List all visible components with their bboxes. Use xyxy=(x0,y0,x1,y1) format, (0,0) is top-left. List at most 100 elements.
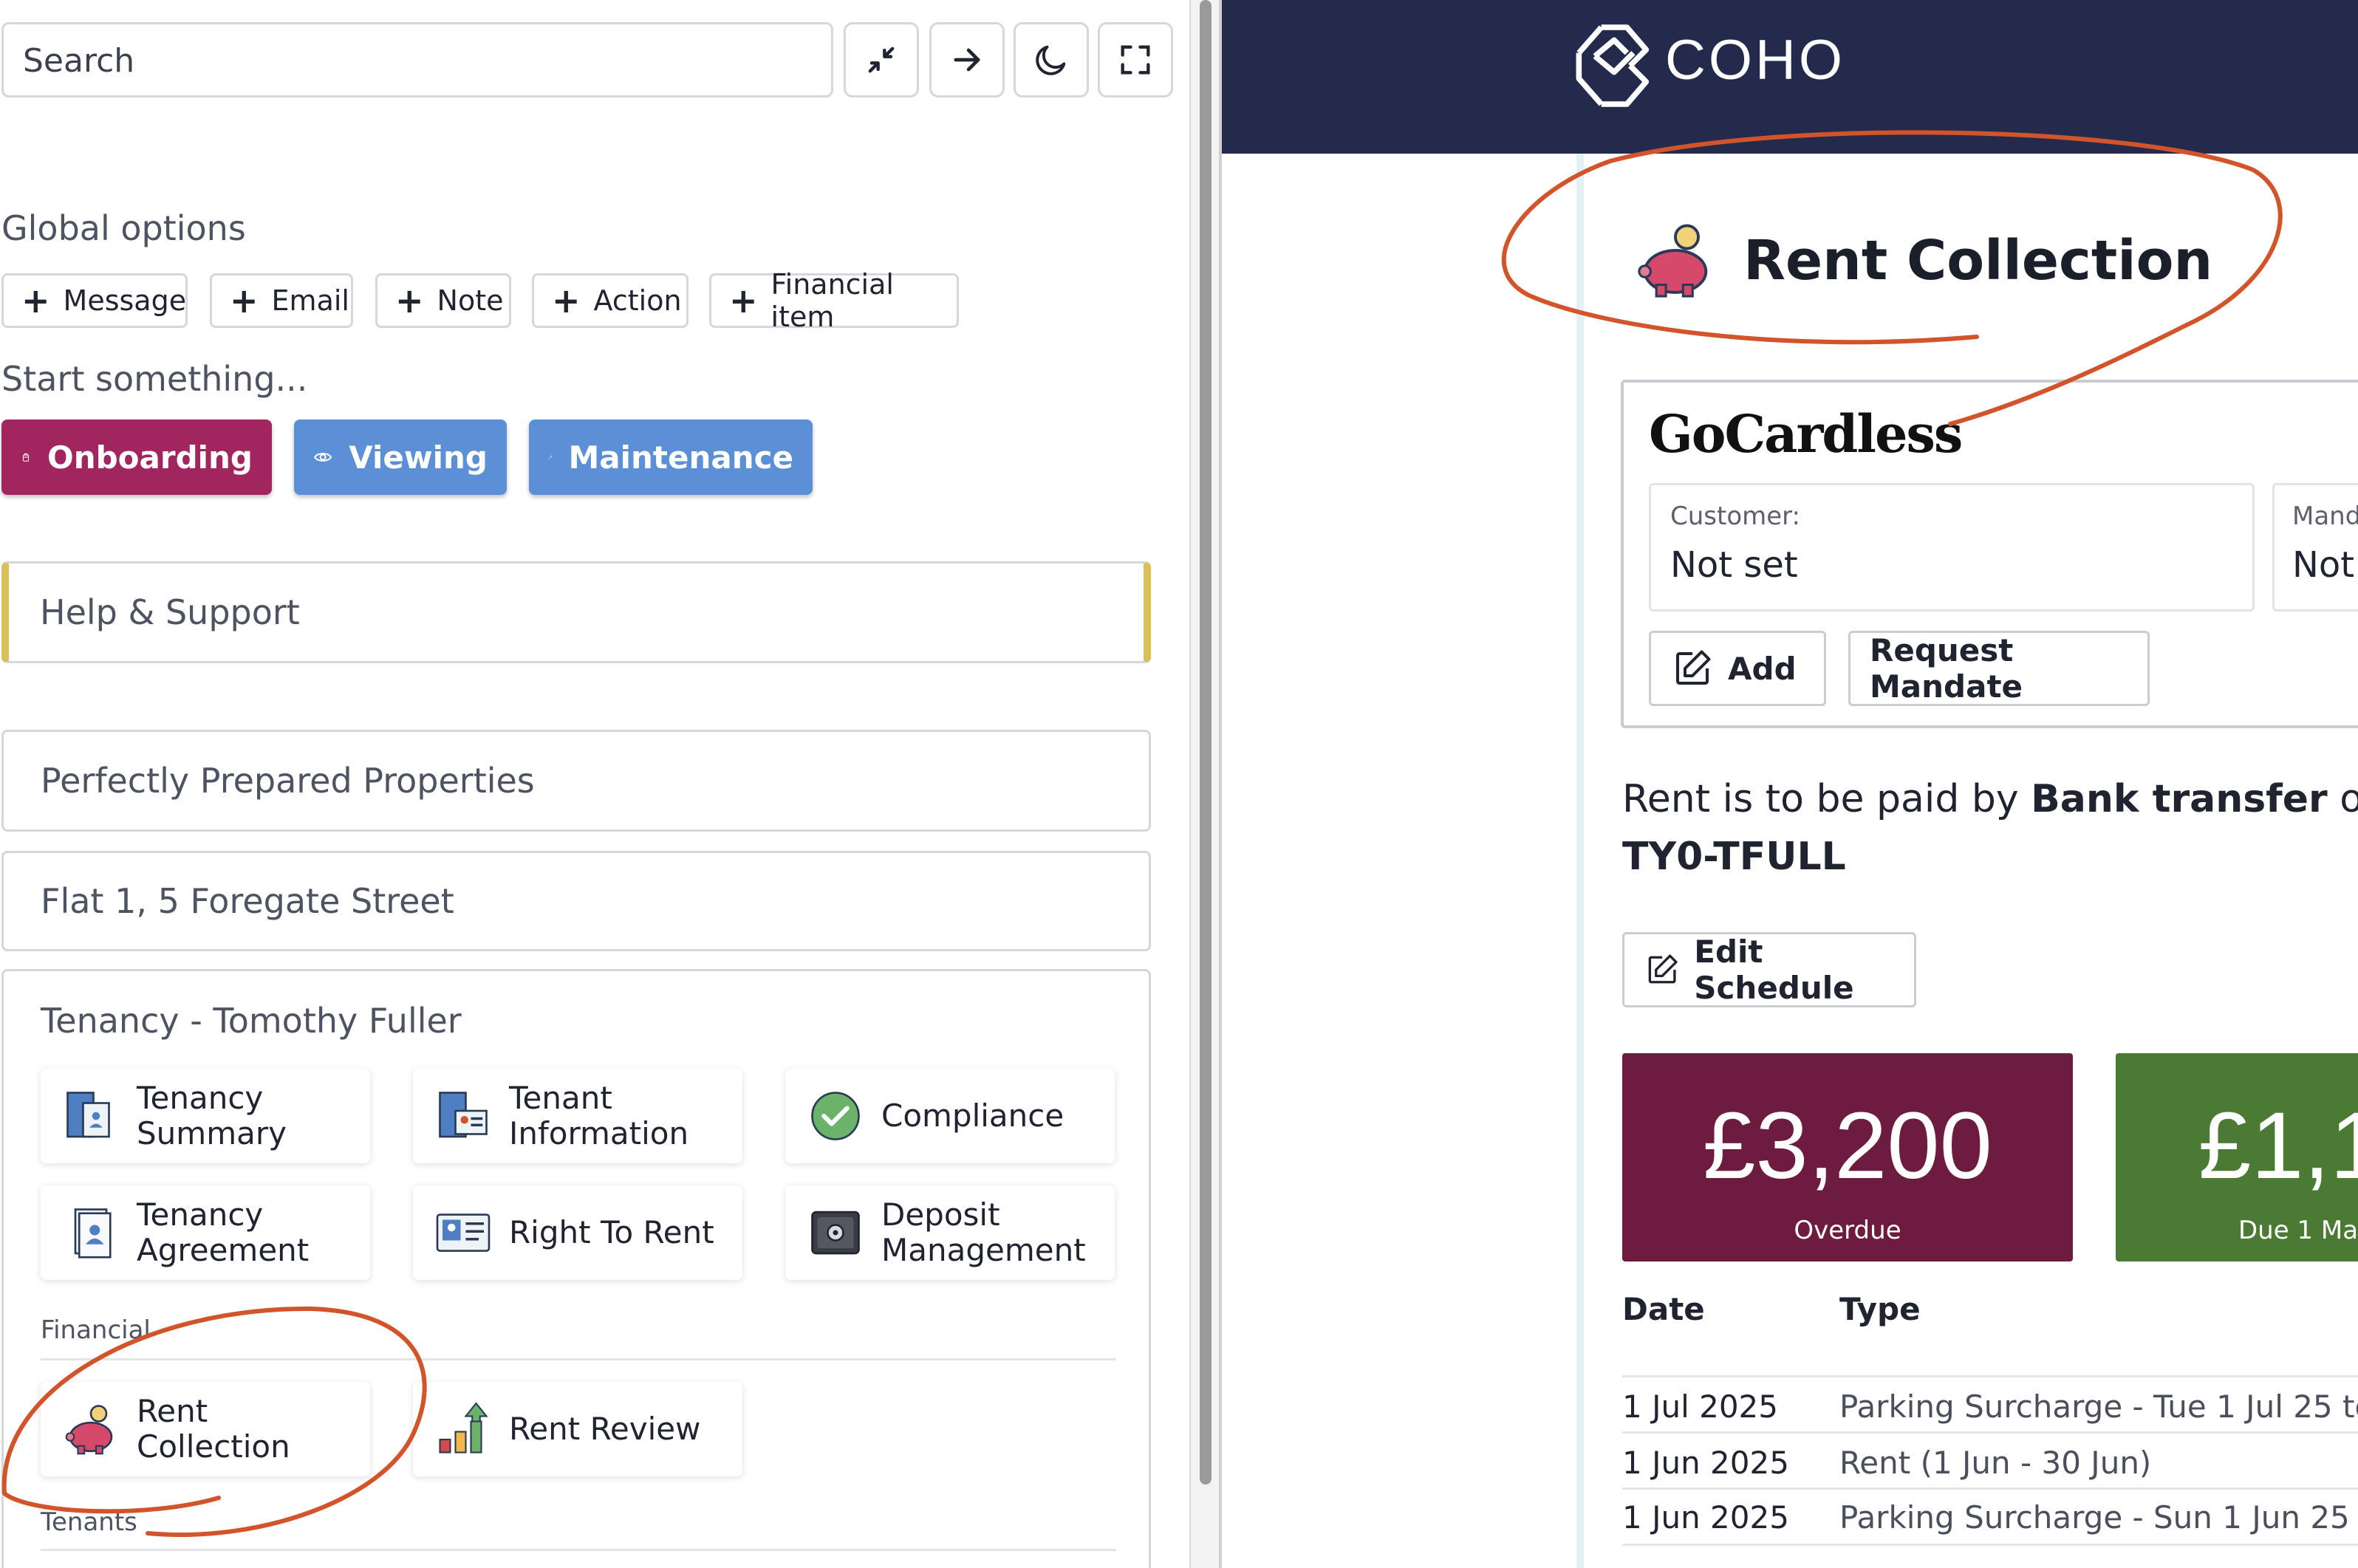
card-label: Rent Review xyxy=(509,1411,701,1447)
due-tile: £1,1 Due 1 Ma xyxy=(2116,1053,2358,1261)
add-note-button[interactable]: + Note xyxy=(375,273,511,328)
property-group-label: Perfectly Prepared Properties xyxy=(41,761,535,801)
property-address-panel[interactable]: Flat 1, 5 Foregate Street xyxy=(1,851,1151,951)
table-cell-type: Rent (1 Jun - 30 Jun) xyxy=(1839,1445,2152,1481)
divider xyxy=(41,1549,1116,1551)
door-document-icon xyxy=(66,1092,110,1138)
bar-chart-up-icon xyxy=(439,1402,488,1454)
add-customer-button[interactable]: Add xyxy=(1649,631,1826,706)
plus-icon: + xyxy=(21,281,50,321)
customer-field: Customer: Not set xyxy=(1649,483,2255,612)
customer-value: Not set xyxy=(1670,544,1798,586)
rent-review-card[interactable]: Rent Review xyxy=(413,1382,742,1476)
scrollbar-thumb[interactable] xyxy=(1200,0,1212,1485)
card-label: Tenancy Summary xyxy=(137,1080,287,1151)
tenants-label: Tenants xyxy=(41,1507,137,1537)
right-panel: COHO Rent Collection GoCardless Customer… xyxy=(1222,0,2358,1568)
table-cell-date: 1 Jun 2025 xyxy=(1622,1499,1789,1536)
edit-schedule-button[interactable]: Edit Schedule xyxy=(1622,932,1916,1007)
add-message-button[interactable]: + Message xyxy=(1,273,188,328)
fullscreen-button[interactable] xyxy=(1098,22,1173,97)
table-header-date: Date xyxy=(1622,1291,1705,1327)
row-divider xyxy=(1622,1375,2358,1377)
overdue-label: Overdue xyxy=(1794,1216,1901,1245)
content-margin xyxy=(1222,154,1576,1568)
card-label: Tenant Information xyxy=(509,1080,689,1151)
payment-reference: TY0-TFULL xyxy=(1622,835,1846,879)
right-to-rent-card[interactable]: Right To Rent xyxy=(413,1185,742,1280)
left-panel: Search Global options + Message + Email + N… xyxy=(0,0,1189,1568)
coho-logo-icon xyxy=(1576,24,1650,107)
suitcase-icon xyxy=(22,453,30,462)
tenant-information-card[interactable]: Tenant Information xyxy=(413,1069,742,1163)
plus-icon: + xyxy=(552,281,581,321)
overdue-amount: £3,200 xyxy=(1703,1093,1992,1199)
compliance-card[interactable]: Compliance xyxy=(785,1069,1115,1163)
card-label: Tenancy Agreement xyxy=(137,1196,310,1268)
row-divider xyxy=(1622,1487,2358,1490)
app-header: COHO xyxy=(1222,0,2358,154)
onboarding-label: Onboarding xyxy=(47,439,253,476)
dark-mode-button[interactable] xyxy=(1014,22,1089,97)
gocardless-panel: GoCardless Customer: Not set Mand Not Ad… xyxy=(1621,380,2358,728)
coho-logo-text: COHO xyxy=(1665,29,1845,92)
card-label: Compliance xyxy=(881,1098,1064,1134)
maintenance-button[interactable]: Maintenance xyxy=(529,420,813,495)
card-label: Deposit Management xyxy=(881,1196,1086,1268)
plus-icon: + xyxy=(729,281,758,321)
property-address-label: Flat 1, 5 Foregate Street xyxy=(41,881,454,921)
tenancy-summary-card[interactable]: Tenancy Summary xyxy=(41,1069,370,1163)
safe-icon xyxy=(811,1211,860,1255)
property-group-panel[interactable]: Perfectly Prepared Properties xyxy=(1,730,1151,832)
table-cell-date: 1 Jun 2025 xyxy=(1622,1445,1789,1481)
help-support-panel[interactable]: Help & Support xyxy=(1,561,1151,663)
edit-schedule-label: Edit Schedule xyxy=(1694,934,1854,1006)
chip-label: Action xyxy=(593,284,682,317)
tenant-id-icon xyxy=(439,1092,488,1138)
check-circle-icon xyxy=(811,1092,860,1140)
mandate-value: Not xyxy=(2292,544,2355,586)
fullscreen-icon xyxy=(1121,45,1150,75)
edit-icon xyxy=(1676,650,1711,685)
plus-icon: + xyxy=(395,281,424,321)
deposit-management-card[interactable]: Deposit Management xyxy=(785,1185,1115,1280)
mandate-field: Mand Not xyxy=(2272,483,2358,612)
viewing-button[interactable]: Viewing xyxy=(294,420,507,495)
add-email-button[interactable]: + Email xyxy=(210,273,353,328)
add-financial-item-button[interactable]: + Financial item xyxy=(709,268,959,333)
piggy-bank-icon xyxy=(1638,224,1708,298)
add-label: Add xyxy=(1728,650,1797,687)
payment-method-text: Rent is to be paid by Bank transfer on t… xyxy=(1622,777,2358,821)
search-input[interactable]: Search xyxy=(1,22,833,97)
financial-label: Financial xyxy=(41,1315,151,1345)
divider xyxy=(41,1358,1116,1360)
forward-button[interactable] xyxy=(929,22,1005,97)
moon-icon xyxy=(1036,45,1066,75)
collapse-button[interactable] xyxy=(844,22,919,97)
customer-label: Customer: xyxy=(1670,501,1801,531)
gocardless-logo: GoCardless xyxy=(1649,403,1963,465)
rent-collection-card[interactable]: Rent Collection xyxy=(41,1382,370,1476)
chip-label: Note xyxy=(437,284,504,317)
piggy-bank-icon xyxy=(65,1405,113,1455)
chip-label: Message xyxy=(63,284,187,317)
collapse-icon xyxy=(868,47,895,73)
card-label: Rent Collection xyxy=(137,1393,290,1465)
request-mandate-button[interactable]: Request Mandate xyxy=(1848,631,2150,706)
wrench-icon xyxy=(548,455,553,459)
overdue-tile: £3,200 Overdue xyxy=(1622,1053,2073,1261)
add-action-button[interactable]: + Action xyxy=(532,273,688,328)
row-divider xyxy=(1622,1544,2358,1546)
start-something-label: Start something... xyxy=(1,359,308,399)
arrow-right-icon xyxy=(954,48,980,72)
viewing-label: Viewing xyxy=(349,439,488,476)
table-header-type: Type xyxy=(1839,1291,1921,1327)
edit-icon xyxy=(1648,954,1678,984)
id-card-icon xyxy=(436,1213,491,1252)
table-cell-type: Parking Surcharge - Sun 1 Jun 25 to xyxy=(1839,1499,2358,1536)
tenancy-agreement-card[interactable]: Tenancy Agreement xyxy=(41,1185,370,1280)
onboarding-button[interactable]: Onboarding xyxy=(1,420,272,495)
maintenance-label: Maintenance xyxy=(568,439,793,476)
plus-icon: + xyxy=(230,281,259,321)
request-mandate-label: Request Mandate xyxy=(1870,632,2023,705)
